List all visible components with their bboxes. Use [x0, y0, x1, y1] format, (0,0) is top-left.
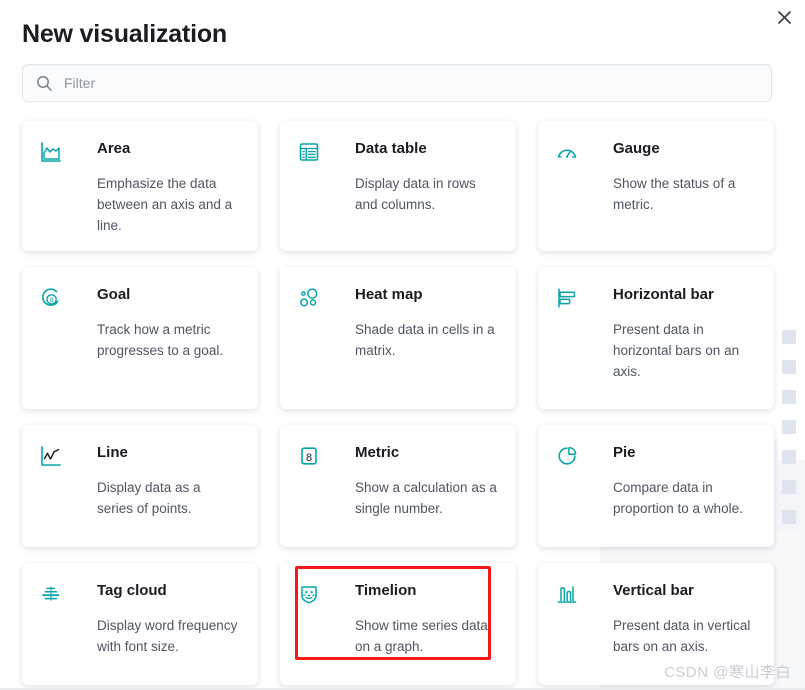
viz-card-title: Horizontal bar	[613, 286, 714, 303]
viz-card-title: Goal	[97, 286, 131, 303]
goal-icon: 8	[40, 287, 66, 309]
viz-card-heat-map[interactable]: Heat map Shade data in cells in a matrix…	[280, 267, 516, 409]
viz-card-title: Pie	[613, 444, 636, 461]
viz-card-title: Vertical bar	[613, 582, 694, 599]
viz-card-title: Data table	[355, 140, 427, 157]
close-button[interactable]	[771, 4, 797, 30]
viz-card-goal[interactable]: 8 Goal Track how a metric progresses to …	[22, 267, 258, 409]
viz-card-description: Display data as a series of points.	[97, 480, 201, 516]
viz-card-description: Show time series data on a graph.	[355, 618, 488, 654]
decorative-square	[782, 330, 796, 344]
decorative-square	[782, 420, 796, 434]
viz-card-title: Gauge	[613, 140, 660, 157]
viz-card-description: Present data in horizontal bars on an ax…	[613, 322, 740, 379]
decorative-square	[782, 510, 796, 524]
line-chart-icon	[40, 445, 66, 467]
viz-card-title: Metric	[355, 444, 400, 461]
decorative-square	[782, 450, 796, 464]
close-icon	[777, 10, 792, 25]
viz-card-pie[interactable]: Pie Compare data in proportion to a whol…	[538, 425, 774, 547]
watermark: CSDN @寒山李白	[664, 664, 791, 681]
viz-card-title: Timelion	[355, 582, 417, 599]
vertical-bar-icon	[556, 583, 582, 605]
viz-card-timelion[interactable]: Timelion Show time series data on a grap…	[280, 563, 516, 685]
pie-chart-icon	[556, 445, 582, 467]
viz-card-title: Heat map	[355, 286, 423, 303]
decorative-square	[782, 360, 796, 374]
timelion-lion-icon	[298, 583, 324, 605]
heat-map-icon	[298, 287, 324, 309]
viz-card-title: Line	[97, 444, 128, 461]
viz-card-description: Emphasize the data between an axis and a…	[97, 176, 233, 233]
viz-card-gauge[interactable]: Gauge Show the status of a metric.	[538, 121, 774, 251]
visualization-type-grid: Area Emphasize the data between an axis …	[22, 121, 774, 685]
svg-text:8: 8	[50, 297, 54, 304]
decorative-square	[782, 480, 796, 494]
data-table-icon	[298, 141, 324, 163]
filter-search-box[interactable]	[22, 64, 772, 102]
viz-card-line[interactable]: Line Display data as a series of points.	[22, 425, 258, 547]
page-title: New visualization	[22, 20, 227, 48]
search-input[interactable]	[64, 65, 771, 101]
viz-card-title: Area	[97, 140, 131, 157]
decorative-square	[782, 390, 796, 404]
metric-icon: 8	[298, 445, 324, 467]
viz-card-description: Display word frequency with font size.	[97, 618, 238, 654]
viz-card-description: Show the status of a metric.	[613, 176, 736, 212]
area-chart-icon	[40, 141, 66, 163]
viz-card-area[interactable]: Area Emphasize the data between an axis …	[22, 121, 258, 251]
search-icon	[36, 75, 53, 92]
viz-card-metric[interactable]: 8 Metric Show a calculation as a single …	[280, 425, 516, 547]
viz-card-description: Compare data in proportion to a whole.	[613, 480, 743, 516]
svg-text:8: 8	[306, 452, 312, 464]
viz-card-data-table[interactable]: Data table Display data in rows and colu…	[280, 121, 516, 251]
viz-card-horizontal-bar[interactable]: Horizontal bar Present data in horizonta…	[538, 267, 774, 409]
viz-card-description: Shade data in cells in a matrix.	[355, 322, 495, 358]
gauge-icon	[556, 141, 582, 163]
horizontal-bar-icon	[556, 287, 582, 309]
new-visualization-modal: New visualization Area Emphasiz	[0, 0, 805, 690]
viz-card-title: Tag cloud	[97, 582, 167, 599]
viz-card-description: Display data in rows and columns.	[355, 176, 476, 212]
tag-cloud-icon	[40, 583, 66, 605]
viz-card-tag-cloud[interactable]: Tag cloud Display word frequency with fo…	[22, 563, 258, 685]
viz-card-description: Show a calculation as a single number.	[355, 480, 497, 516]
viz-card-description: Track how a metric progresses to a goal.	[97, 322, 224, 358]
viz-card-description: Present data in vertical bars on an axis…	[613, 618, 751, 654]
